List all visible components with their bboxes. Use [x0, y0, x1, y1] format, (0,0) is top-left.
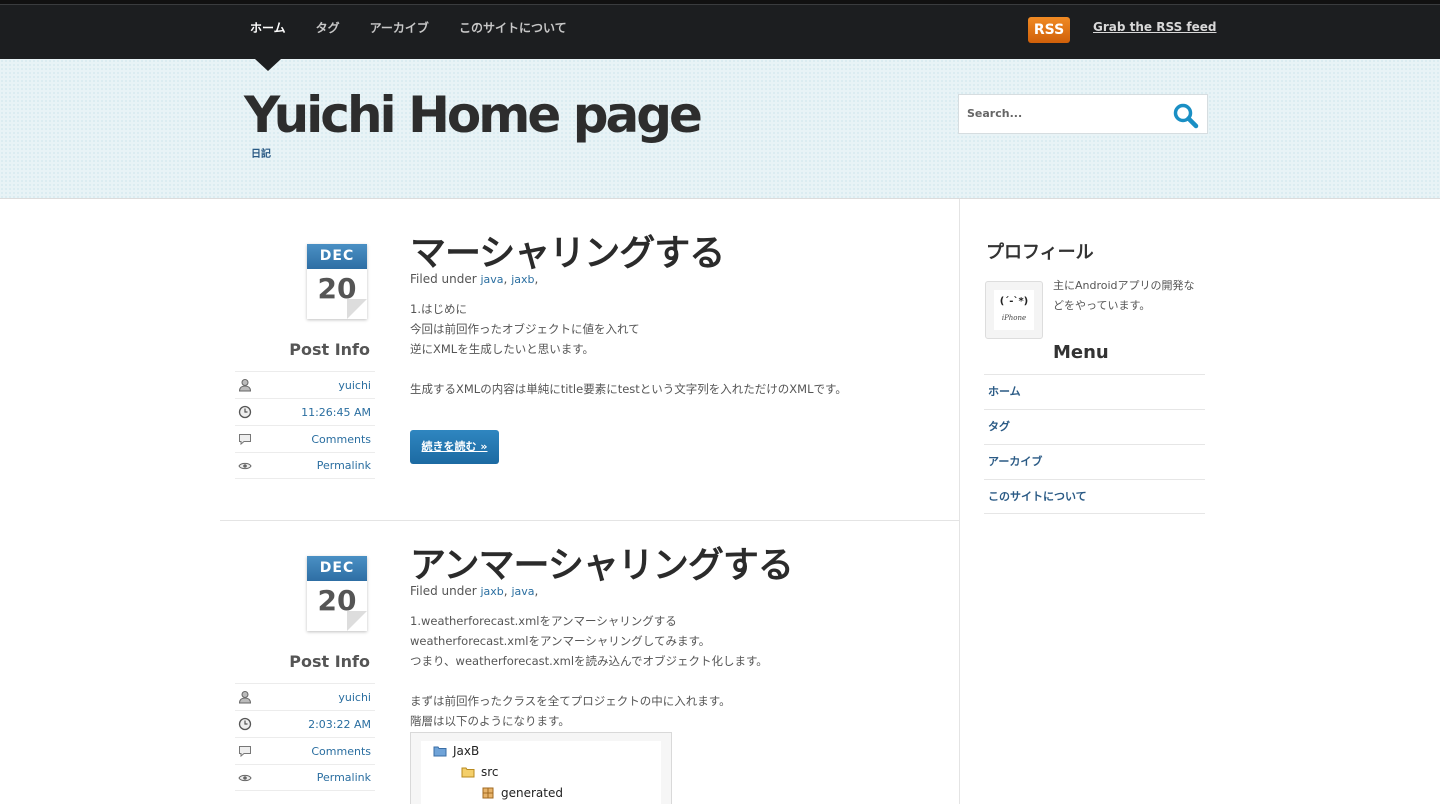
tree-item: JaxB: [433, 744, 479, 758]
post-paragraph: [410, 359, 847, 379]
comment-icon: [239, 434, 251, 446]
post-paragraph: まずは前回作ったクラスを全てプロジェクトの中に入れます。: [410, 694, 731, 708]
tag-link[interactable]: jaxb: [511, 273, 534, 286]
calendar-month: DEC: [307, 244, 367, 269]
permalink-link[interactable]: Permalink: [317, 771, 371, 784]
post-categories: Filed under jaxb, java,: [410, 584, 539, 598]
post-title[interactable]: マーシャリングする: [410, 224, 725, 276]
source-folder-icon: [461, 767, 475, 778]
post-date-calendar: DEC 20: [307, 556, 367, 631]
project-tree-screenshot: JaxB src generated: [410, 732, 672, 804]
post-info-comments: Comments: [235, 737, 375, 764]
post-paragraph: 逆にXMLを生成したいと思います。: [410, 342, 595, 356]
top-navigation-bar: [0, 0, 1440, 59]
time-link[interactable]: 11:26:45 AM: [301, 406, 371, 419]
post-info-author: yuichi: [235, 371, 375, 398]
time-link[interactable]: 2:03:22 AM: [308, 718, 371, 731]
author-link[interactable]: yuichi: [338, 691, 371, 704]
main-nav: ホーム タグ アーカイブ このサイトについて: [250, 19, 597, 36]
calendar-month: DEC: [307, 556, 367, 581]
site-description: 日記: [251, 149, 271, 160]
post-info-heading: Post Info: [289, 340, 370, 359]
post-info-list: yuichi 2:03:22 AM Comments Permalink: [235, 683, 375, 791]
active-nav-pointer: [255, 59, 281, 71]
profile-description: 主にAndroidアプリの開発などをやっています。: [1053, 279, 1195, 312]
search-box: [958, 94, 1208, 134]
rss-icon[interactable]: RSS: [1028, 17, 1070, 43]
post-info-heading: Post Info: [289, 652, 370, 671]
package-icon: [482, 787, 494, 799]
menu-heading: Menu: [1053, 342, 1109, 363]
post-info-comments: Comments: [235, 425, 375, 452]
clock-icon: [238, 717, 252, 731]
site-header: [0, 59, 1440, 199]
post-categories: Filed under java, jaxb,: [410, 272, 539, 286]
tag-link[interactable]: java: [511, 585, 534, 598]
read-more-button[interactable]: 続きを読む »: [410, 430, 499, 464]
sidebar-item-home[interactable]: ホーム: [984, 374, 1205, 409]
sidebar-menu: ホーム タグ アーカイブ このサイトについて: [984, 374, 1205, 514]
post-info-permalink: Permalink: [235, 764, 375, 791]
post-info-time: 2:03:22 AM: [235, 710, 375, 737]
post-paragraph: 1.はじめに: [410, 302, 467, 316]
post-paragraph: つまり、weatherforecast.xmlを読み込んでオブジェクト化します。: [410, 654, 768, 668]
post-excerpt: 1.はじめに 今回は前回作ったオブジェクトに値を入れて 逆にXMLを生成したいと…: [410, 299, 847, 399]
clock-icon: [238, 405, 252, 419]
eye-icon: [238, 774, 252, 781]
post-date-calendar: DEC 20: [307, 244, 367, 319]
nav-item-about[interactable]: このサイトについて: [459, 19, 567, 36]
nav-item-home[interactable]: ホーム: [250, 19, 286, 36]
tree-item: src: [461, 765, 499, 779]
post-info-author: yuichi: [235, 683, 375, 710]
tree-item: generated: [481, 786, 563, 800]
search-icon[interactable]: [1172, 102, 1200, 130]
filed-under-label: Filed under: [410, 272, 477, 286]
sidebar-item-tags[interactable]: タグ: [984, 409, 1205, 444]
search-input[interactable]: [967, 107, 1167, 120]
profile-heading: プロフィール: [986, 242, 1094, 263]
post-excerpt: 1.weatherforecast.xmlをアンマーシャリングする weathe…: [410, 611, 768, 731]
post-paragraph: 生成するXMLの内容は単純にtitle要素にtestという文字列を入れただけのX…: [410, 382, 847, 396]
comments-link[interactable]: Comments: [311, 433, 371, 446]
user-icon: [238, 379, 252, 392]
post-paragraph: weatherforecast.xmlをアンマーシャリングしてみます。: [410, 634, 711, 648]
post-info-time: 11:26:45 AM: [235, 398, 375, 425]
project-folder-icon: [433, 746, 447, 757]
page-fold-icon: [347, 611, 367, 631]
user-icon: [238, 691, 252, 704]
post-paragraph: [410, 671, 768, 691]
post-info-permalink: Permalink: [235, 452, 375, 479]
sidebar-item-about[interactable]: このサイトについて: [984, 479, 1205, 514]
comment-icon: [239, 746, 251, 758]
avatar: (´-`*) iPhone: [985, 281, 1043, 339]
site-title[interactable]: Yuichi Home page: [244, 86, 703, 144]
comments-link[interactable]: Comments: [311, 745, 371, 758]
permalink-link[interactable]: Permalink: [317, 459, 371, 472]
eye-icon: [238, 462, 252, 469]
post-info-list: yuichi 11:26:45 AM Comments Permalink: [235, 371, 375, 479]
avatar-caption: iPhone: [1001, 314, 1027, 322]
page-fold-icon: [347, 299, 367, 319]
rss-feed-link[interactable]: Grab the RSS feed: [1093, 20, 1216, 34]
tag-link[interactable]: jaxb: [480, 585, 503, 598]
author-link[interactable]: yuichi: [338, 379, 371, 392]
post-paragraph: 階層は以下のようになります。: [410, 714, 570, 728]
nav-item-tags[interactable]: タグ: [316, 19, 340, 36]
post-paragraph: 今回は前回作ったオブジェクトに値を入れて: [410, 322, 640, 336]
sidebar-item-archive[interactable]: アーカイブ: [984, 444, 1205, 479]
filed-under-label: Filed under: [410, 584, 477, 598]
post-title[interactable]: アンマーシャリングする: [410, 536, 794, 588]
avatar-face: (´-`*): [999, 296, 1029, 307]
tag-link[interactable]: java: [480, 273, 503, 286]
post-paragraph: 1.weatherforecast.xmlをアンマーシャリングする: [410, 614, 677, 628]
column-divider: [959, 199, 960, 804]
post-divider: [220, 520, 959, 521]
nav-item-archive[interactable]: アーカイブ: [370, 19, 429, 36]
